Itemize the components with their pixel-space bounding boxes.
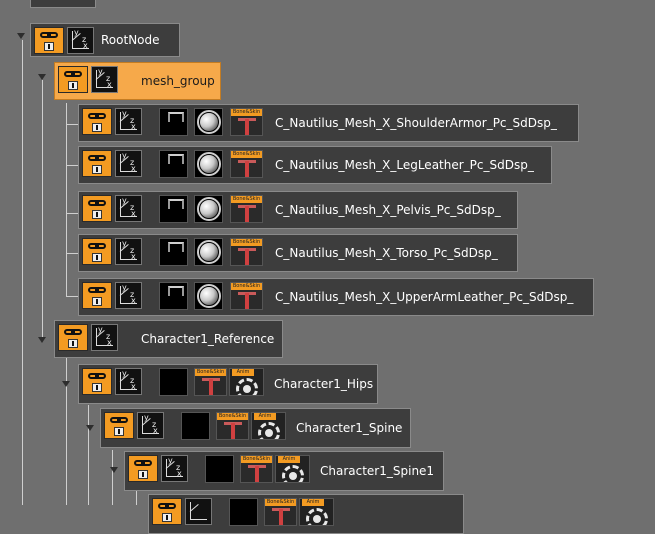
- tree-node-mesh[interactable]: yzx Bone&Skin C_Nautilus_Mesh_X_Shoulder…: [78, 104, 579, 142]
- visibility-toggle-icon[interactable]: [82, 238, 112, 265]
- tree-connector: [22, 40, 23, 505]
- expand-arrow-icon[interactable]: [62, 381, 70, 387]
- animation-icon[interactable]: Anim: [251, 412, 286, 440]
- transform-axis-icon[interactable]: yzx: [137, 412, 164, 439]
- tree-connector: [66, 103, 67, 297]
- visibility-toggle-icon[interactable]: [58, 66, 88, 93]
- bone-skin-icon[interactable]: Bone&Skin: [216, 412, 249, 440]
- visibility-toggle-icon[interactable]: [82, 368, 112, 395]
- tree-node-joint[interactable]: yzx Bone&Skin Anim Character1_Spine1: [124, 451, 444, 491]
- tree-node-mesh[interactable]: yzx Bone&Skin C_Nautilus_Mesh_X_UpperArm…: [78, 278, 594, 316]
- transform-axis-icon[interactable]: yzx: [115, 238, 142, 265]
- transform-axis-icon[interactable]: yzx: [115, 282, 142, 309]
- tree-node-mesh[interactable]: yzx Bone&Skin C_Nautilus_Mesh_X_LegLeath…: [78, 146, 552, 184]
- bone-skin-icon[interactable]: Bone&Skin: [264, 498, 297, 526]
- expand-arrow-icon[interactable]: [38, 74, 46, 80]
- node-label: Character1_Hips: [274, 377, 374, 391]
- joint-thumbnail-icon: [229, 498, 258, 526]
- mesh-thumbnail-icon: [159, 282, 188, 310]
- tree-connector: [66, 296, 78, 297]
- tree-node-joint[interactable]: yzx Bone&Skin Anim Character1_Spine: [100, 408, 411, 448]
- tree-connector: [88, 405, 89, 505]
- bone-skin-icon[interactable]: Bone&Skin: [230, 108, 263, 136]
- tree-node-joint[interactable]: Bone&Skin Anim: [148, 494, 464, 534]
- expand-arrow-icon[interactable]: [86, 425, 94, 431]
- tree-node-mesh[interactable]: yzx Bone&Skin C_Nautilus_Mesh_X_Pelvis_P…: [78, 191, 518, 229]
- node-label: C_Nautilus_Mesh_X_ShoulderArmor_Pc_SdDsp…: [275, 116, 557, 130]
- bone-skin-icon[interactable]: Bone&Skin: [240, 455, 273, 483]
- animation-icon[interactable]: Anim: [299, 498, 334, 526]
- node-label: Character1_Spine: [296, 421, 403, 435]
- mesh-thumbnail-icon: [159, 195, 188, 223]
- node-label: Character1_Spine1: [320, 464, 435, 478]
- node-label: C_Nautilus_Mesh_X_Torso_Pc_SdDsp_: [275, 246, 498, 260]
- tree-connector: [66, 124, 78, 125]
- transform-axis-icon[interactable]: yzx: [115, 195, 142, 222]
- bone-skin-icon[interactable]: Bone&Skin: [230, 282, 263, 310]
- mesh-thumbnail-icon: [159, 238, 188, 266]
- node-label: RootNode: [101, 33, 160, 47]
- bone-skin-icon[interactable]: Bone&Skin: [230, 195, 263, 223]
- tree-node-reference[interactable]: yzx Character1_Reference: [54, 320, 283, 358]
- tree-connector: [66, 165, 78, 166]
- tree-node-mesh[interactable]: yzx Bone&Skin C_Nautilus_Mesh_X_Torso_Pc…: [78, 234, 518, 272]
- mesh-thumbnail-icon: [159, 150, 188, 178]
- joint-thumbnail-icon: [181, 412, 210, 440]
- joint-thumbnail-icon: [159, 368, 188, 396]
- bone-skin-icon[interactable]: Bone&Skin: [230, 150, 263, 178]
- parent-node-fragment[interactable]: [30, 0, 96, 8]
- visibility-toggle-icon[interactable]: [82, 150, 112, 177]
- node-label: C_Nautilus_Mesh_X_Pelvis_Pc_SdDsp_: [275, 203, 501, 217]
- visibility-toggle-icon[interactable]: [34, 27, 64, 54]
- joint-thumbnail-icon: [205, 455, 234, 483]
- node-label: Character1_Reference: [141, 332, 275, 346]
- tree-node-mesh-group[interactable]: yzx mesh_group: [54, 62, 221, 100]
- node-label: C_Nautilus_Mesh_X_UpperArmLeather_Pc_SdD…: [275, 290, 574, 304]
- transform-axis-icon[interactable]: yzx: [161, 455, 188, 482]
- transform-axis-icon[interactable]: yzx: [115, 368, 142, 395]
- material-sphere-icon[interactable]: [194, 108, 223, 136]
- tree-connector: [66, 213, 78, 214]
- mesh-thumbnail-icon: [159, 108, 188, 136]
- material-sphere-icon[interactable]: [194, 282, 223, 310]
- expand-arrow-icon[interactable]: [17, 33, 25, 39]
- visibility-toggle-icon[interactable]: [82, 282, 112, 309]
- expand-arrow-icon[interactable]: [110, 467, 118, 473]
- bone-skin-icon[interactable]: Bone&Skin: [230, 238, 263, 266]
- transform-axis-icon[interactable]: yzx: [115, 150, 142, 177]
- tree-node-root[interactable]: yzx RootNode: [30, 23, 180, 57]
- material-sphere-icon[interactable]: [194, 195, 223, 223]
- transform-axis-icon[interactable]: yzx: [115, 108, 142, 135]
- node-label: C_Nautilus_Mesh_X_LegLeather_Pc_SdDsp_: [275, 158, 534, 172]
- transform-axis-icon[interactable]: [185, 498, 212, 525]
- visibility-toggle-icon[interactable]: [104, 412, 134, 439]
- visibility-toggle-icon[interactable]: [82, 108, 112, 135]
- transform-axis-icon[interactable]: yzx: [91, 324, 118, 351]
- node-label: mesh_group: [141, 74, 215, 88]
- bone-skin-icon[interactable]: Bone&Skin: [194, 368, 227, 396]
- animation-icon[interactable]: Anim: [229, 368, 264, 396]
- transform-axis-icon[interactable]: yzx: [67, 27, 94, 54]
- tree-connector: [112, 450, 113, 505]
- tree-connector: [42, 80, 43, 340]
- tree-connector: [66, 253, 78, 254]
- visibility-toggle-icon[interactable]: [58, 324, 88, 351]
- visibility-toggle-icon[interactable]: [128, 455, 158, 482]
- expand-arrow-icon[interactable]: [38, 337, 46, 343]
- visibility-toggle-icon[interactable]: [82, 195, 112, 222]
- visibility-toggle-icon[interactable]: [152, 498, 182, 525]
- material-sphere-icon[interactable]: [194, 238, 223, 266]
- transform-axis-icon[interactable]: yzx: [91, 66, 118, 93]
- scene-tree: yzx RootNode yzx mesh_group yzx Bone&Ski…: [0, 0, 655, 534]
- animation-icon[interactable]: Anim: [275, 455, 310, 483]
- material-sphere-icon[interactable]: [194, 150, 223, 178]
- tree-connector: [66, 357, 67, 505]
- tree-node-joint[interactable]: yzx Bone&Skin Anim Character1_Hips: [78, 364, 378, 404]
